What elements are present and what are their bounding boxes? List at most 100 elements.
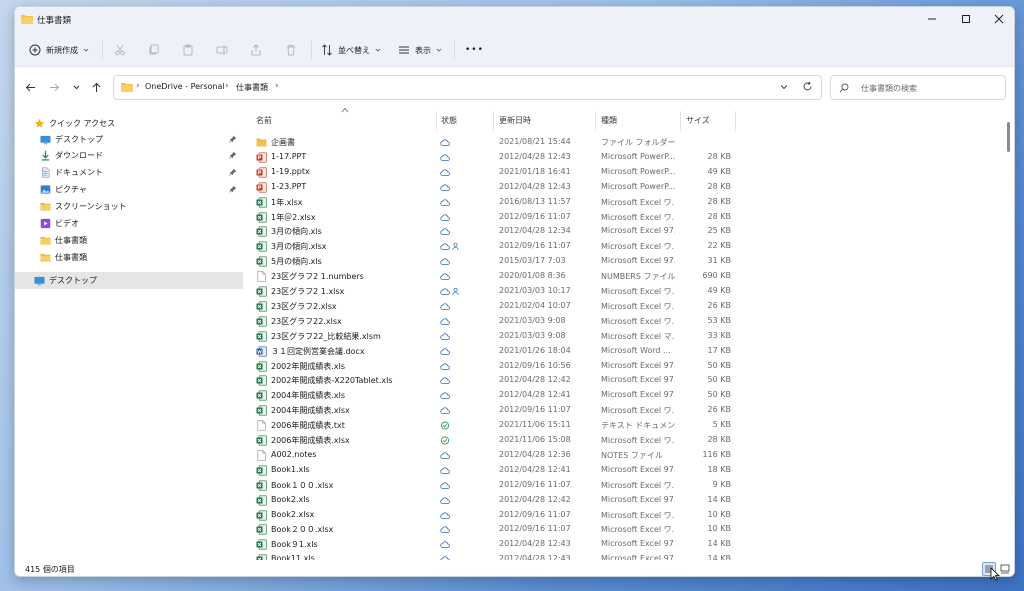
thumbnail-view-button[interactable] xyxy=(998,562,1012,576)
file-modified-date: 2012/09/16 11:07 xyxy=(499,405,571,415)
file-row[interactable]: 2002年閲成績表-X220Tablet.xls 2012/04/28 12:42… xyxy=(243,373,1003,388)
share-button[interactable] xyxy=(250,41,262,59)
file-row[interactable]: Book2.xlsx 2012/09/16 11:07 Microsoft Exce… xyxy=(243,508,1003,523)
new-button[interactable]: 新規作成 xyxy=(29,41,89,59)
sidebar-item[interactable]: 仕事書類 xyxy=(15,249,243,266)
refresh-icon[interactable] xyxy=(802,81,813,92)
file-row[interactable]: 2006年閲成績表.xlsx 2021/11/06 15:08 Microsoft … xyxy=(243,433,1003,448)
excel-file-icon xyxy=(256,316,267,327)
sort-button[interactable]: 並べ替え xyxy=(321,41,381,59)
file-size: 49 KB xyxy=(707,166,731,176)
column-header-status[interactable]: 状態 xyxy=(441,115,457,126)
scrollbar-thumb[interactable] xyxy=(1007,122,1010,152)
pin-icon[interactable] xyxy=(229,151,237,159)
file-row[interactable]: 1-23.PPT 2012/04/28 12:43 Microsoft PowerP… xyxy=(243,180,1003,195)
folder-icon xyxy=(121,83,133,92)
file-row[interactable]: 23区グラフ2 1.numbers 2020/01/08 8:36 NUMBERS … xyxy=(243,269,1003,284)
document-icon xyxy=(39,167,51,179)
excel-file-icon xyxy=(256,390,267,401)
file-row[interactable]: 1年.xlsx 2016/08/13 11:57 Microsoft Excel ワ… xyxy=(243,195,1003,210)
download-icon xyxy=(39,150,51,162)
file-row[interactable]: 2004年閲成績表.xlsx 2012/09/16 11:07 Microsoft … xyxy=(243,403,1003,418)
pin-icon[interactable] xyxy=(229,168,237,176)
more-options-button[interactable]: ••• xyxy=(465,41,484,59)
file-name: Book2.xlsx xyxy=(271,509,315,519)
vertical-scrollbar[interactable] xyxy=(1004,107,1012,557)
paste-button[interactable] xyxy=(182,41,194,59)
file-row[interactable]: Book２００.xlsx 2012/09/16 11:07 Microsoft Ex… xyxy=(243,522,1003,537)
file-row[interactable]: Book1.xls 2012/04/28 12:41 Microsoft Excel… xyxy=(243,463,1003,478)
file-row[interactable]: Book１００.xlsx 2012/09/16 11:07 Microsoft Ex… xyxy=(243,478,1003,493)
column-header-modified[interactable]: 更新日時 xyxy=(499,115,531,126)
sidebar-item[interactable]: ピクチャ xyxy=(15,181,243,198)
pin-icon[interactable] xyxy=(229,185,237,193)
recent-locations-button[interactable] xyxy=(69,80,83,94)
sidebar-item[interactable]: スクリーンショット xyxy=(15,198,243,215)
chevron-down-icon xyxy=(83,48,89,52)
sidebar-item[interactable]: クイック アクセス xyxy=(15,115,243,132)
file-row[interactable]: Book９1.xls 2012/04/28 12:43 Microsoft Exce… xyxy=(243,537,1003,552)
close-button[interactable] xyxy=(982,7,1014,31)
sidebar-item[interactable]: デスクトップ xyxy=(15,272,243,289)
sidebar-item[interactable]: デスクトップ xyxy=(15,131,243,148)
view-button[interactable]: 表示 xyxy=(398,41,442,59)
forward-button[interactable] xyxy=(47,80,61,94)
file-name: 2006年閲成績表.txt xyxy=(271,421,345,431)
file-row[interactable]: 2006年閲成績表.txt 2021/11/06 15:11 テキスト ドキュメント… xyxy=(243,418,1003,433)
file-row[interactable]: 23区グラフ2.xlsx 2021/02/04 10:07 Microsoft Ex… xyxy=(243,299,1003,314)
chevron-down-icon[interactable] xyxy=(779,82,789,92)
folder-icon xyxy=(39,235,51,247)
up-button[interactable] xyxy=(89,80,103,94)
file-row[interactable]: 企画書 2021/08/21 15:44 ファイル フォルダー xyxy=(243,135,1003,150)
column-divider[interactable] xyxy=(436,111,437,131)
cloud-icon xyxy=(440,376,450,385)
column-divider[interactable] xyxy=(493,111,494,131)
minimize-button[interactable] xyxy=(915,7,949,31)
column-header-type[interactable]: 種類 xyxy=(601,115,617,126)
maximize-button[interactable] xyxy=(949,7,983,31)
column-divider[interactable] xyxy=(735,111,736,131)
column-header-name[interactable]: 名前 xyxy=(256,115,272,126)
search-box[interactable]: 仕事書類の検索 xyxy=(830,75,1006,100)
file-row[interactable]: 3月の傾向.xlsx 2012/09/16 11:07 Microsoft Exce… xyxy=(243,239,1003,254)
file-row[interactable]: 23区グラフ22.xlsx 2021/03/03 9:08 Microsoft Ex… xyxy=(243,314,1003,329)
sidebar-item[interactable]: ドキュメント xyxy=(15,164,243,181)
cloud-icon xyxy=(440,183,450,192)
back-button[interactable] xyxy=(23,80,37,94)
sidebar-item[interactable]: ビデオ xyxy=(15,215,243,232)
cut-button[interactable] xyxy=(114,41,126,59)
rename-button[interactable] xyxy=(216,41,228,59)
address-bar[interactable]: › OneDrive - Personal › 仕事書類 › xyxy=(113,75,822,100)
file-row[interactable]: 23区グラフ2 1.xlsx 2021/03/03 10:17 Microsoft … xyxy=(243,284,1003,299)
column-divider[interactable] xyxy=(680,111,681,131)
file-row[interactable]: 1-19.pptx 2021/01/18 16:41 Microsoft Power… xyxy=(243,165,1003,180)
sidebar-item[interactable]: 仕事書類 xyxy=(15,232,243,249)
file-row[interactable]: 2002年閲成績表.xls 2012/09/16 10:56 Microsoft E… xyxy=(243,359,1003,374)
delete-button[interactable] xyxy=(285,41,297,59)
file-row[interactable]: 3月の傾向.xls 2012/04/28 12:34 Microsoft Excel… xyxy=(243,224,1003,239)
breadcrumb-onedrive[interactable]: OneDrive - Personal xyxy=(145,82,225,91)
file-row[interactable]: ３１回定例営業会議.docx 2021/01/26 18:04 Microsoft … xyxy=(243,344,1003,359)
file-row[interactable]: A002.notes 2012/04/28 12:36 NOTES ファイル 116 … xyxy=(243,448,1003,463)
toolbar-divider xyxy=(311,41,312,59)
file-row[interactable]: Book2.xls 2012/04/28 12:42 Microsoft Excel… xyxy=(243,493,1003,508)
desktop-icon xyxy=(33,275,45,287)
file-row[interactable]: 1-17.PPT 2012/04/28 12:43 Microsoft PowerP… xyxy=(243,150,1003,165)
pin-icon[interactable] xyxy=(229,135,237,143)
file-row[interactable]: 1年＠2.xlsx 2012/09/16 11:07 Microsoft Excel… xyxy=(243,210,1003,225)
file-row[interactable]: 5月の傾向.xls 2015/03/17 7:03 Microsoft Excel … xyxy=(243,254,1003,269)
file-modified-date: 2012/04/28 12:43 xyxy=(499,181,571,191)
search-icon xyxy=(839,83,849,93)
column-divider[interactable] xyxy=(595,111,596,131)
sidebar-item[interactable]: ダウンロード xyxy=(15,147,243,164)
sidebar-item-label: デスクトップ xyxy=(55,135,103,144)
arrow-up-icon xyxy=(92,82,100,92)
file-row[interactable]: 23区グラフ22_比較結果.xlsm 2021/03/03 9:08 Microso… xyxy=(243,329,1003,344)
copy-button[interactable] xyxy=(148,41,160,59)
file-type: Microsoft Excel 97... xyxy=(601,226,675,236)
file-row[interactable]: Book11.xls 2012/04/28 12:43 Microsoft Exce… xyxy=(243,552,1003,560)
column-header-size[interactable]: サイズ xyxy=(686,115,710,126)
cloud-icon xyxy=(440,257,450,266)
breadcrumb-current-folder[interactable]: 仕事書類 xyxy=(236,82,268,93)
file-row[interactable]: 2004年閲成績表.xls 2012/04/28 12:41 Microsoft E… xyxy=(243,388,1003,403)
